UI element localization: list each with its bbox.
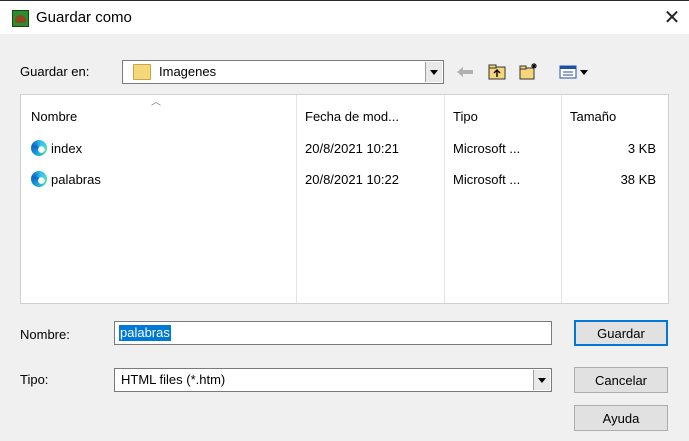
file-size: 3 KB [627,141,656,156]
save-in-label: Guardar en: [20,64,90,79]
file-date: 20/8/2021 10:21 [305,141,399,156]
chevron-down-icon[interactable] [533,370,550,390]
edge-html-file-icon [31,140,47,156]
app-icon [12,10,29,27]
file-size: 38 KB [620,172,656,187]
up-folder-icon[interactable] [486,61,508,83]
file-type: Microsoft ... [453,172,521,187]
save-button[interactable]: Guardar [574,320,668,346]
filename-value: palabras [119,325,171,341]
file-row[interactable]: index 20/8/2021 10:21 Microsoft ... 3 KB [21,139,668,159]
chevron-down-icon[interactable] [425,62,442,82]
save-in-value: Imagenes [159,64,217,79]
filetype-label: Tipo: [20,372,49,387]
new-folder-icon[interactable] [518,60,540,82]
help-button[interactable]: Ayuda [574,405,668,431]
file-type: Microsoft ... [453,141,521,156]
column-header-size[interactable]: Tamaño [570,109,616,124]
file-date: 20/8/2021 10:22 [305,172,399,187]
file-list[interactable]: ︿ Nombre Fecha de mod... Tipo Tamaño ind… [20,94,669,304]
edge-html-file-icon [31,171,47,187]
view-menu-icon[interactable] [556,61,596,83]
title-bar: Guardar como ✕ [0,0,689,34]
file-row[interactable]: palabras 20/8/2021 10:22 Microsoft ... 3… [21,170,668,190]
column-header-name[interactable]: Nombre [31,109,77,124]
filename-input[interactable]: palabras [114,321,552,345]
file-name: index [51,141,83,156]
file-name: palabras [51,172,101,187]
column-header-date[interactable]: Fecha de mod... [305,109,399,124]
sort-ascending-icon: ︿ [151,97,161,108]
window-title: Guardar como [36,9,132,26]
save-in-dropdown[interactable]: Imagenes [122,60,444,84]
folder-icon [133,64,151,80]
close-button[interactable]: ✕ [655,1,689,34]
back-arrow-icon[interactable] [454,61,476,83]
filetype-value: HTML files (*.htm) [121,372,226,387]
filename-label: Nombre: [20,327,70,342]
cancel-button[interactable]: Cancelar [574,367,668,393]
column-header-type[interactable]: Tipo [453,109,478,124]
filetype-dropdown[interactable]: HTML files (*.htm) [114,368,552,392]
